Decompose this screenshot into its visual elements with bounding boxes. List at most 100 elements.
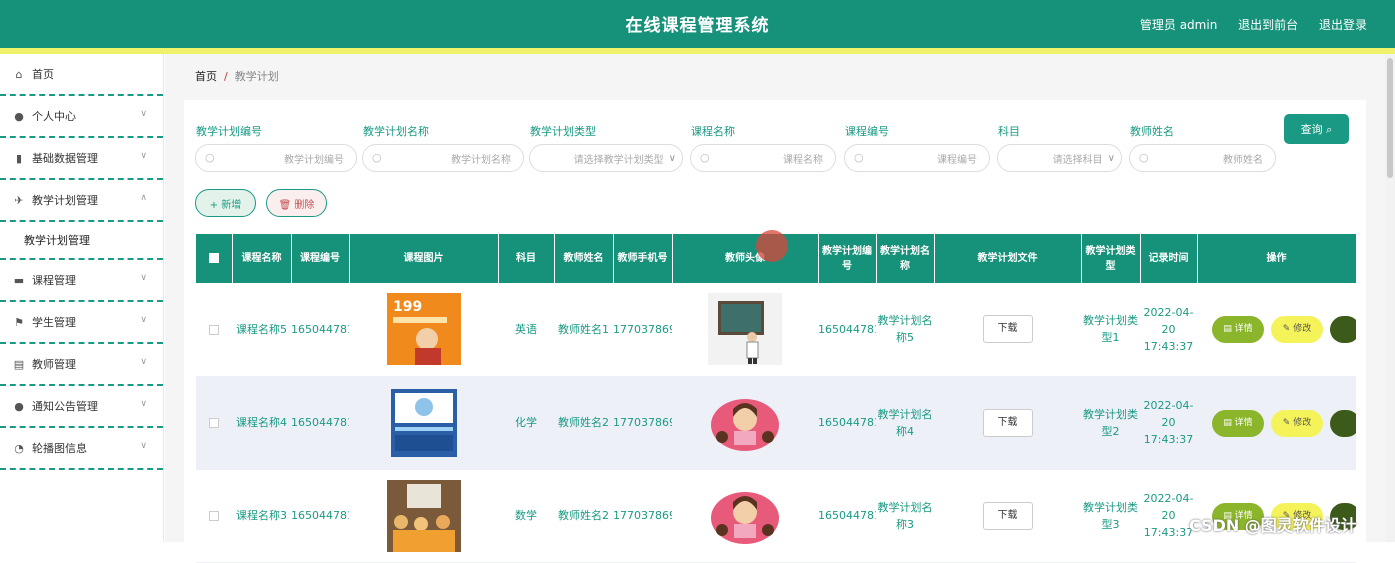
plan-name-cell: 教学计划名称4 [876, 376, 934, 470]
column-header[interactable]: 课程名称 [232, 234, 292, 283]
back-to-front-link[interactable]: 退出到前台 [1238, 18, 1298, 32]
delete-row-button[interactable] [1330, 316, 1356, 344]
search-label-plan-name: 教学计划名称 [363, 125, 429, 138]
sidebar-item-teacher[interactable]: ▤ 教师管理 ∨ [0, 344, 163, 386]
row-checkbox[interactable] [209, 511, 219, 521]
detail-button[interactable]: ▤ 详情 [1212, 409, 1264, 437]
sidebar: ⌂ 首页 ● 个人中心 ∨ ▮ 基础数据管理 ∨ ✈ 教学计划管理 ∧ 教学计划管理 ▬ 课程管… [0, 54, 164, 542]
column-header[interactable]: 教学计划名称 [876, 234, 935, 283]
mouse-cursor-highlight [756, 230, 788, 262]
course-image[interactable] [386, 479, 461, 552]
sidebar-item-basic-data[interactable]: ▮ 基础数据管理 ∨ [0, 138, 163, 180]
sidebar-subitem-teaching-plan[interactable]: 教学计划管理 [0, 222, 163, 260]
search-icon: ○ [854, 151, 864, 164]
search-icon: ○ [700, 151, 710, 164]
column-header[interactable]: 教师姓名 [554, 234, 614, 283]
plan-no-cell: 16504478179970 [818, 469, 876, 563]
clipboard-icon: ▤ [13, 357, 25, 371]
sidebar-item-notice[interactable]: ● 通知公告管理 ∨ [0, 386, 163, 428]
teacher-avatar[interactable] [708, 386, 782, 459]
delete-button[interactable]: 🗑 删除 [266, 189, 327, 217]
plan-type-cell: 教学计划类型2 [1081, 376, 1140, 470]
search-input-plan-name[interactable]: ○ 教学计划名称 [362, 144, 524, 172]
plan-type-select[interactable]: 请选择教学计划类型 ∨ [529, 144, 683, 172]
course-image[interactable] [386, 386, 461, 459]
course-no-cell: 16504478180723 [291, 376, 349, 470]
subject-cell: 化学 [498, 376, 554, 470]
bar-chart-icon: ▮ [15, 151, 23, 165]
column-header[interactable]: 教学计划编号 [818, 234, 877, 283]
search-icon: ○ [1139, 151, 1149, 164]
user-icon: ● [14, 109, 24, 123]
download-button[interactable]: 下载 [982, 408, 1033, 437]
download-button[interactable]: 下载 [982, 501, 1033, 530]
search-input-course-no[interactable]: ○ 课程编号 [844, 144, 990, 172]
column-header[interactable]: 教学计划类型 [1081, 234, 1141, 283]
record-time-cell: 2022-04-20 17:43:37 [1140, 376, 1197, 470]
column-header[interactable]: 科目 [498, 234, 555, 283]
course-name-cell: 课程名称5 [232, 283, 291, 377]
breadcrumb: 首页 / 教学计划 [195, 68, 279, 84]
phone-cell: 17703786902 [613, 376, 672, 470]
chevron-down-icon: ∨ [1107, 152, 1115, 164]
phone-cell: 17703786902 [613, 469, 672, 563]
content-panel: 教学计划编号 ○ 教学计划编号 教学计划名称 ○ 教学计划名称 教学计划类型 请选择… [184, 100, 1366, 563]
column-header[interactable]: 课程图片 [349, 234, 499, 283]
edit-button[interactable]: ✎ 修改 [1271, 316, 1323, 344]
row-checkbox[interactable] [209, 324, 219, 335]
scrollbar-thumb[interactable] [1387, 58, 1393, 178]
row-checkbox[interactable] [209, 418, 219, 428]
column-header[interactable]: 教学计划文件 [934, 234, 1082, 283]
teacher-avatar[interactable] [708, 479, 782, 552]
query-button[interactable]: 查询 ⌕ [1284, 114, 1349, 144]
download-button[interactable]: 下载 [982, 315, 1033, 344]
table-row: 课程名称3 16504478180750 数学 教师姓名2 1770378690… [196, 469, 1356, 563]
search-label-course-no: 课程编号 [845, 125, 889, 138]
column-header[interactable]: 教师头像 [672, 234, 819, 283]
chevron-down-icon: ∨ [140, 109, 147, 119]
plan-name-cell: 教学计划名称3 [876, 469, 934, 563]
sidebar-item-home[interactable]: ⌂ 首页 [0, 54, 163, 96]
chevron-down-icon: ∨ [140, 441, 147, 451]
column-header[interactable]: 课程编号 [291, 234, 350, 283]
row-operations: ▤ 详情 ✎ 修改 [1205, 408, 1356, 438]
search-label-subject: 科目 [998, 125, 1020, 138]
breadcrumb-home[interactable]: 首页 [195, 70, 217, 83]
top-header: 在线课程管理系统 管理员 admin 退出到前台 退出登录 [0, 0, 1395, 48]
vertical-scrollbar[interactable] [1385, 54, 1395, 542]
sidebar-item-teaching-plan[interactable]: ✈ 教学计划管理 ∧ [0, 180, 163, 222]
plan-name-cell: 教学计划名称5 [876, 283, 934, 377]
add-button[interactable]: + 新增 [195, 189, 256, 217]
search-input-course-name[interactable]: ○ 课程名称 [690, 144, 836, 172]
column-header[interactable]: 教师手机号 [613, 234, 673, 283]
search-input-plan-no[interactable]: ○ 教学计划编号 [195, 144, 357, 172]
logout-link[interactable]: 退出登录 [1319, 18, 1367, 32]
search-icon: ○ [372, 151, 382, 164]
chevron-up-icon: ∧ [140, 193, 147, 203]
chevron-down-icon: ∨ [140, 399, 147, 409]
sidebar-item-student[interactable]: ⚑ 学生管理 ∨ [0, 302, 163, 344]
sidebar-item-personal[interactable]: ● 个人中心 ∨ [0, 96, 163, 138]
column-header: 操作 [1197, 234, 1357, 283]
search-label-course-name: 课程名称 [691, 125, 735, 138]
sidebar-item-carousel[interactable]: ◔ 轮播图信息 ∨ [0, 428, 163, 470]
search-input-teacher[interactable]: ○ 教师姓名 [1129, 144, 1276, 172]
teacher-avatar[interactable] [708, 293, 782, 366]
delete-row-button[interactable] [1330, 409, 1356, 437]
search-label-teacher: 教师姓名 [1130, 125, 1174, 138]
detail-button[interactable]: ▤ 详情 [1212, 316, 1264, 344]
sidebar-item-course[interactable]: ▬ 课程管理 ∨ [0, 260, 163, 302]
column-header[interactable]: 记录时间 [1140, 234, 1198, 283]
header-links: 管理员 admin 退出到前台 退出登录 [1123, 16, 1367, 33]
subject-cell: 数学 [498, 469, 554, 563]
course-image[interactable]: 199 [386, 293, 461, 366]
edit-button[interactable]: ✎ 修改 [1271, 409, 1323, 437]
home-icon: ⌂ [15, 67, 23, 81]
select-all-checkbox[interactable] [208, 253, 219, 263]
course-name-cell: 课程名称3 [232, 469, 291, 563]
flag-icon: ⚑ [14, 315, 24, 329]
breadcrumb-current: 教学计划 [234, 70, 279, 83]
subject-select[interactable]: 请选择科目 ∨ [997, 144, 1122, 172]
admin-label[interactable]: 管理员 admin [1140, 18, 1217, 32]
record-time-cell: 2022-04-20 17:43:37 [1140, 283, 1197, 377]
